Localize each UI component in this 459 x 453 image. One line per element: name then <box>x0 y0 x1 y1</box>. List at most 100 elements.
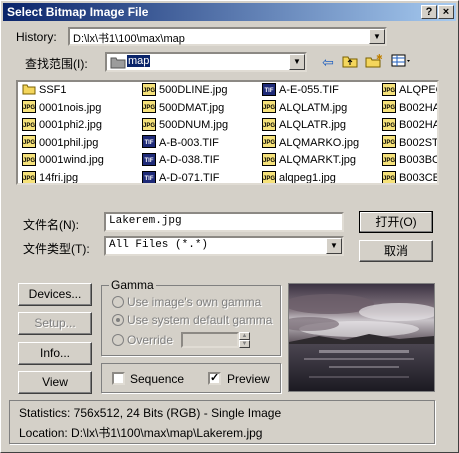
filetype-combo[interactable]: All Files (*.*) ▼ <box>104 236 344 256</box>
jpg-file-icon: JPG <box>382 152 396 166</box>
file-list-item[interactable]: SSF1 <box>22 82 67 98</box>
jpg-file-icon: JPG <box>22 152 36 166</box>
file-list-item[interactable]: JPG 14fri.jpg <box>22 170 78 183</box>
lookin-value: map <box>127 55 151 67</box>
tif-file-icon: TIF <box>262 82 276 96</box>
jpg-file-icon: JPG <box>382 117 396 131</box>
file-list-item[interactable]: JPG ALQMARKT.jpg <box>262 152 356 168</box>
gamma-spinner[interactable]: ▲ ▼ <box>239 332 250 348</box>
file-list-item[interactable]: JPG 0001phil.jpg <box>22 135 98 151</box>
sequence-label: Sequence <box>130 372 185 386</box>
file-list-item[interactable]: JPG 500DLINE.jpg <box>142 82 228 98</box>
file-list-item[interactable]: JPG B003CE <box>382 170 439 185</box>
file-list-item[interactable]: JPG 0001wind.jpg <box>22 152 104 168</box>
file-list-item[interactable]: JPG ALQLATR.jpg <box>262 117 346 133</box>
info-button[interactable]: Info... <box>18 342 92 365</box>
jpg-file-icon: JPG <box>142 117 156 131</box>
file-list-item[interactable]: JPG 0001phi2.jpg <box>22 117 102 133</box>
file-list-item[interactable]: JPG 500DMAT.jpg <box>142 100 224 116</box>
history-value: D:\lx\书1\100\max\map <box>73 33 185 45</box>
file-list-item[interactable]: JPG B002STI <box>382 135 437 151</box>
setup-button[interactable]: Setup... <box>18 312 92 335</box>
open-button[interactable]: 打开(O) <box>359 211 433 233</box>
filetype-dropdown-arrow[interactable]: ▼ <box>326 238 342 254</box>
file-name: 500DNUM.jpg <box>159 119 229 132</box>
new-folder-icon[interactable]: ✱ <box>365 53 383 70</box>
window-title: Select Bitmap Image File <box>7 5 149 19</box>
close-button[interactable]: × <box>438 5 454 19</box>
file-list[interactable]: SSF1 JPG 0001nois.jpg JPG 0001phi2.jpg JPG 000… <box>16 80 439 185</box>
jpg-file-icon: JPG <box>142 100 156 114</box>
svg-text:JPG: JPG <box>23 105 35 111</box>
title-bar: Select Bitmap Image File ? × <box>3 3 456 21</box>
spinner-up-icon[interactable]: ▲ <box>239 332 250 340</box>
file-list-item[interactable]: JPG ALQPEG <box>382 82 437 98</box>
svg-text:JPG: JPG <box>383 158 395 164</box>
file-name: alqpeg1.jpg <box>279 172 336 185</box>
file-name: 0001phil.jpg <box>39 136 99 149</box>
file-name: B003CE <box>399 172 439 185</box>
file-name: ALQLATM.jpg <box>279 101 348 114</box>
file-list-item[interactable]: JPG 0001nois.jpg <box>22 100 101 116</box>
file-name: B002HA <box>399 101 439 114</box>
file-name: 0001phi2.jpg <box>39 119 103 132</box>
jpg-file-icon: JPG <box>382 82 396 96</box>
cancel-button[interactable]: 取消 <box>359 240 433 262</box>
jpg-file-icon: JPG <box>22 135 36 149</box>
svg-text:JPG: JPG <box>23 140 35 146</box>
file-list-item[interactable]: JPG B002HA <box>382 100 439 116</box>
up-folder-icon[interactable] <box>341 54 359 70</box>
file-name: SSF1 <box>39 84 67 97</box>
gamma-override-radio[interactable] <box>112 334 124 346</box>
svg-text:JPG: JPG <box>263 140 275 146</box>
file-list-item[interactable]: JPG B002HA <box>382 117 437 133</box>
view-menu-icon[interactable] <box>390 54 414 70</box>
file-name: ALQLATR.jpg <box>279 119 347 132</box>
filetype-value: All Files (*.*) <box>109 239 209 251</box>
svg-text:TIF: TIF <box>265 88 274 94</box>
view-button[interactable]: View <box>18 371 92 394</box>
file-name: A-D-071.TIF <box>159 172 220 185</box>
gamma-override-input[interactable] <box>181 332 239 348</box>
file-list-item[interactable]: JPG ALQMARKO.jpg <box>262 135 359 151</box>
history-combo[interactable]: D:\lx\书1\100\max\map ▼ <box>68 27 387 46</box>
file-list-item[interactable]: JPG ALQLATM.jpg <box>262 100 347 116</box>
file-list-item[interactable]: JPG B003BO <box>382 152 439 168</box>
jpg-file-icon: JPG <box>262 117 276 131</box>
gamma-own-radio[interactable] <box>112 296 124 308</box>
file-name: 500DLINE.jpg <box>159 84 228 97</box>
svg-text:JPG: JPG <box>143 123 155 129</box>
svg-text:TIF: TIF <box>145 140 154 146</box>
file-name: B003BO <box>399 154 439 167</box>
svg-text:JPG: JPG <box>23 123 35 129</box>
lookin-label: 查找范围(I): <box>25 57 88 71</box>
gamma-system-radio[interactable] <box>112 314 124 326</box>
spinner-down-icon[interactable]: ▼ <box>239 340 250 348</box>
file-list-item[interactable]: JPG 500DNUM.jpg <box>142 117 228 133</box>
file-name: 0001nois.jpg <box>39 101 102 114</box>
dialog-window: Select Bitmap Image File ? × History: D:… <box>0 0 459 453</box>
jpg-file-icon: JPG <box>382 135 396 149</box>
svg-text:JPG: JPG <box>143 105 155 111</box>
file-list-item[interactable]: TIF A-B-003.TIF <box>142 135 219 151</box>
svg-text:JPG: JPG <box>263 176 275 182</box>
help-button[interactable]: ? <box>421 5 437 19</box>
lookin-dropdown-arrow[interactable]: ▼ <box>289 54 305 70</box>
filename-input[interactable]: Lakerem.jpg <box>104 212 344 232</box>
file-list-item[interactable]: TIF A-D-038.TIF <box>142 152 220 168</box>
tif-file-icon: TIF <box>142 170 156 183</box>
back-arrow-icon[interactable]: ⇦ <box>319 54 337 70</box>
preview-checkbox[interactable]: ✓ <box>208 372 221 385</box>
sequence-checkbox[interactable] <box>112 372 125 385</box>
preview-image <box>288 283 435 392</box>
file-list-item[interactable]: JPG alqpeg1.jpg <box>262 170 336 185</box>
devices-button[interactable]: Devices... <box>18 283 92 306</box>
file-list-item[interactable]: TIF A-E-055.TIF <box>262 82 339 98</box>
file-list-item[interactable]: TIF A-D-071.TIF <box>142 170 220 185</box>
filename-label: 文件名(N): <box>23 218 79 232</box>
history-dropdown-arrow[interactable]: ▼ <box>369 29 385 44</box>
svg-text:JPG: JPG <box>263 105 275 111</box>
svg-text:JPG: JPG <box>383 105 395 111</box>
svg-text:JPG: JPG <box>383 176 395 182</box>
lookin-combo[interactable]: map ▼ <box>105 52 307 72</box>
